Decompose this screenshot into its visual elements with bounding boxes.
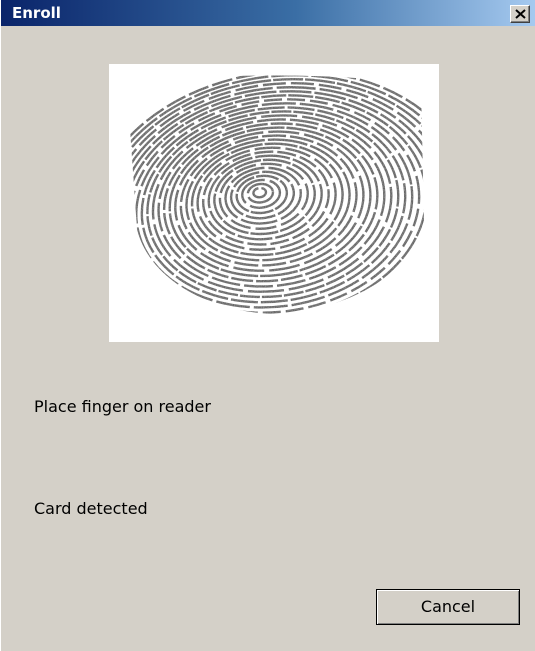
title-bar[interactable]: Enroll	[1, 0, 535, 26]
window-title: Enroll	[12, 4, 61, 22]
detection-status: Card detected	[34, 499, 148, 518]
cancel-button[interactable]: Cancel	[376, 589, 520, 625]
close-icon	[515, 9, 526, 19]
enroll-dialog: Enroll Place finger on reader Card detec…	[0, 0, 535, 651]
instruction-text: Place finger on reader	[34, 397, 211, 416]
close-button[interactable]	[510, 5, 530, 23]
fingerprint-image	[109, 64, 439, 342]
